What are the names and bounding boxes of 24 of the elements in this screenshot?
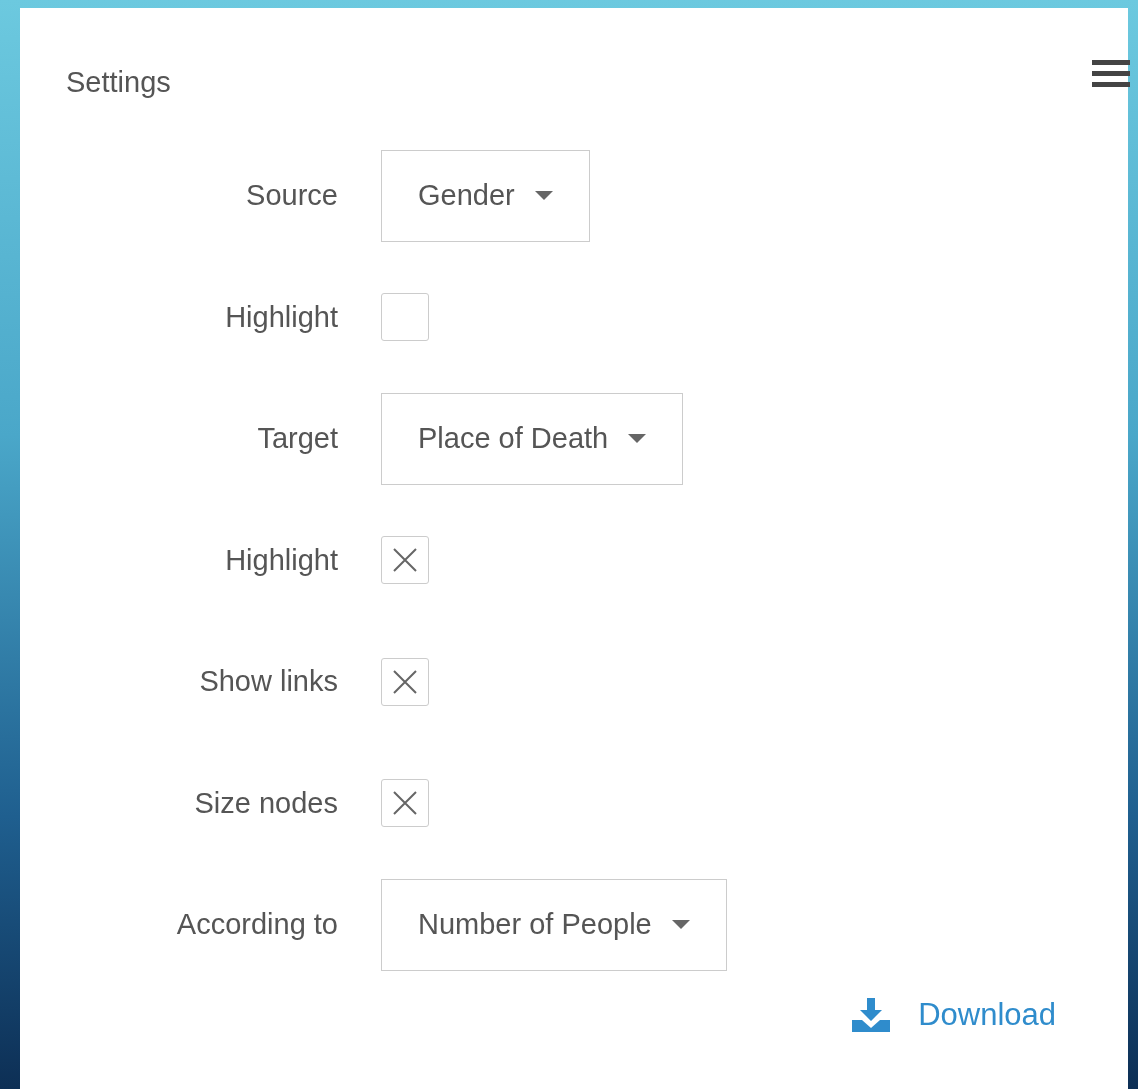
download-icon xyxy=(852,997,891,1032)
field-label: Highlight xyxy=(225,299,338,335)
dropdown[interactable]: Place of Death xyxy=(381,392,684,485)
panel-title: Settings xyxy=(66,68,171,97)
field-label: Show links xyxy=(199,664,338,699)
field-label: Source xyxy=(246,178,338,213)
caret-icon xyxy=(671,920,690,930)
dropdown[interactable]: Gender xyxy=(381,149,590,242)
cross-icon xyxy=(392,547,418,574)
cross-icon xyxy=(392,790,418,817)
checkbox[interactable] xyxy=(381,657,429,706)
field-label: Size nodes xyxy=(194,785,338,821)
checkbox[interactable] xyxy=(381,536,429,585)
checkbox[interactable] xyxy=(381,779,429,828)
dropdown[interactable]: Number of People xyxy=(381,878,727,971)
cross-icon xyxy=(392,668,418,695)
caret-icon xyxy=(534,191,553,201)
field-label: According to xyxy=(176,907,338,942)
field-label: Highlight xyxy=(225,542,338,578)
menu-icon[interactable] xyxy=(1092,60,1130,88)
field-label: Target xyxy=(257,421,338,456)
download-link[interactable]: Download xyxy=(852,991,1056,1038)
checkbox[interactable] xyxy=(381,293,429,342)
caret-icon xyxy=(628,434,647,444)
